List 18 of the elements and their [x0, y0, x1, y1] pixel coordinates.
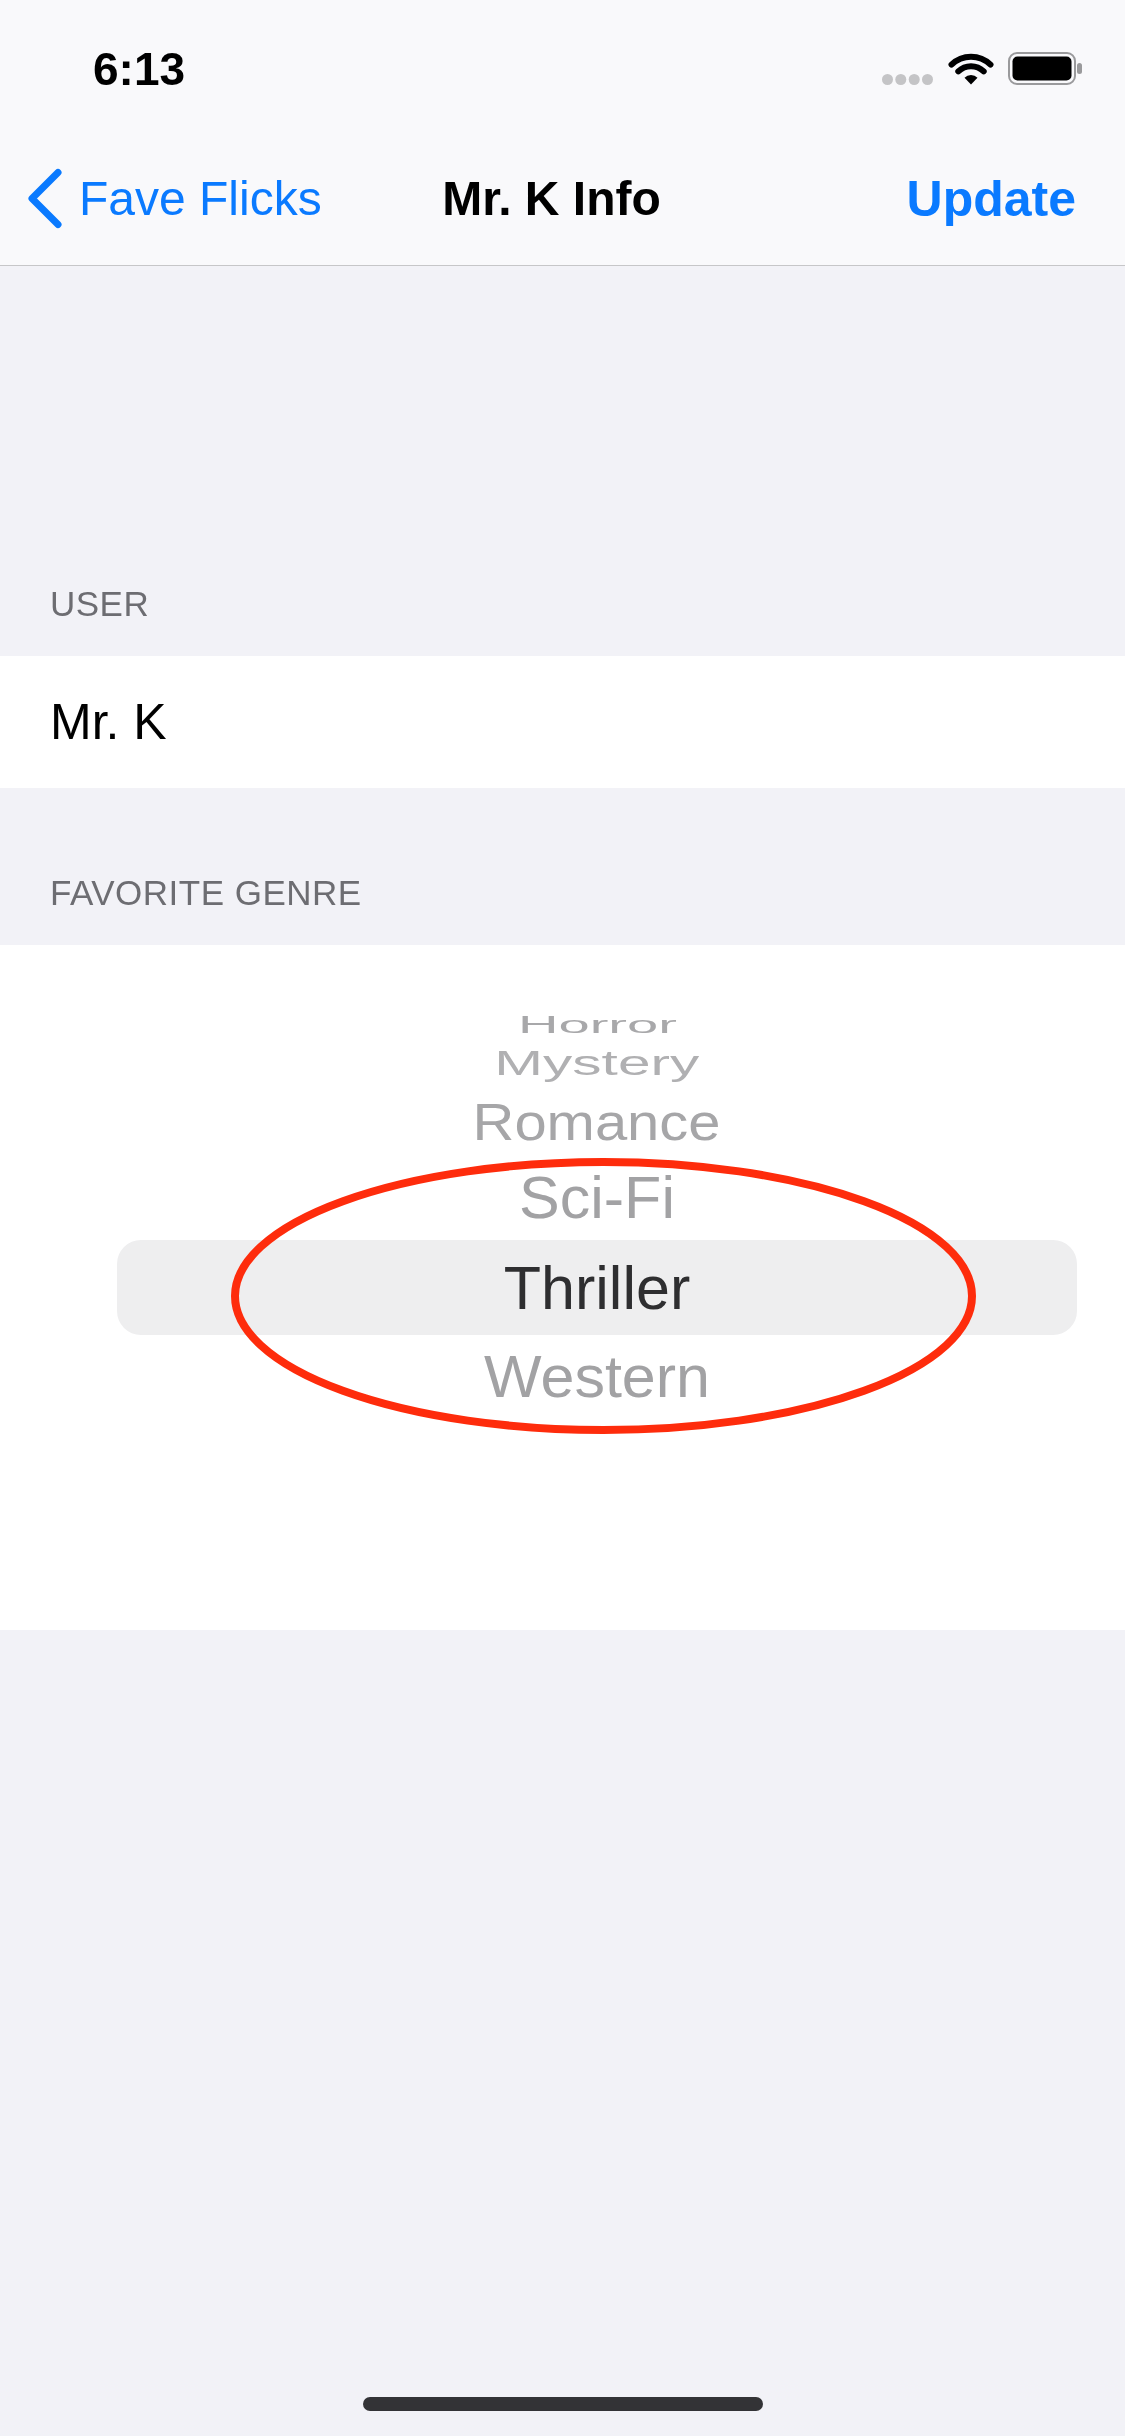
picker-option[interactable]: Sci-Fi [519, 1168, 675, 1228]
chevron-left-icon [27, 168, 63, 229]
genre-picker[interactable]: Horror Mystery Romance Sci-Fi Thriller Western [0, 945, 1125, 1630]
picker-option[interactable]: Western [484, 1347, 710, 1407]
status-time: 6:13 [93, 42, 186, 97]
picker-option[interactable]: Romance [473, 1096, 721, 1148]
section-header: USER [50, 583, 150, 625]
signal-icon [882, 74, 933, 85]
name-field[interactable]: Mr. K [0, 656, 1125, 788]
picker-option[interactable]: Mystery [494, 1045, 700, 1081]
picker-option[interactable]: Horror [517, 1013, 677, 1037]
wifi-icon [948, 52, 994, 85]
update-button[interactable]: Update [906, 168, 1076, 229]
back-button[interactable]: Fave Flicks [27, 168, 322, 229]
screen-title: Mr. K Info [442, 171, 661, 226]
picker-option[interactable]: Thriller [117, 1240, 1077, 1335]
section-header: FAVORITE GENRE [50, 872, 362, 914]
battery-icon [1008, 52, 1082, 85]
